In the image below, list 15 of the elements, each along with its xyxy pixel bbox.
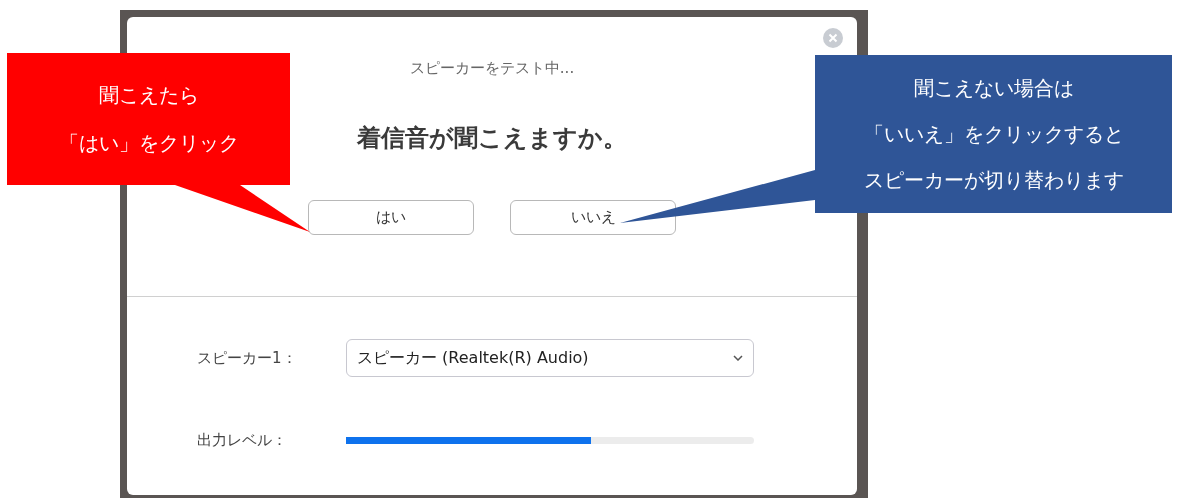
callout-text: 「はい」をクリック (58, 130, 239, 156)
output-level-label: 出力レベル： (197, 430, 288, 451)
speaker-value: スピーカー (Realtek(R) Audio) (357, 347, 589, 369)
dialog-button[interactable]: いいえ (510, 200, 676, 235)
dialog-title: スピーカーをテスト中... (409, 58, 575, 78)
callout-text: スピーカーが切り替わります (863, 167, 1124, 193)
close-icon[interactable] (823, 28, 843, 48)
callout-text: 聞こえない場合は (913, 75, 1074, 101)
speaker-label: スピーカー1： (197, 347, 298, 369)
speaker-dropdown[interactable]: スピーカー (Realtek(R) Audio) (346, 339, 754, 377)
question-heading: 着信音が聞こえますか。 (357, 123, 627, 154)
callout-text: 聞こえたら (98, 82, 199, 108)
callout-text: 「いいえ」をクリックすると (863, 121, 1124, 147)
dialog-button[interactable]: はい (308, 200, 474, 235)
chevron-down-icon (733, 355, 743, 361)
